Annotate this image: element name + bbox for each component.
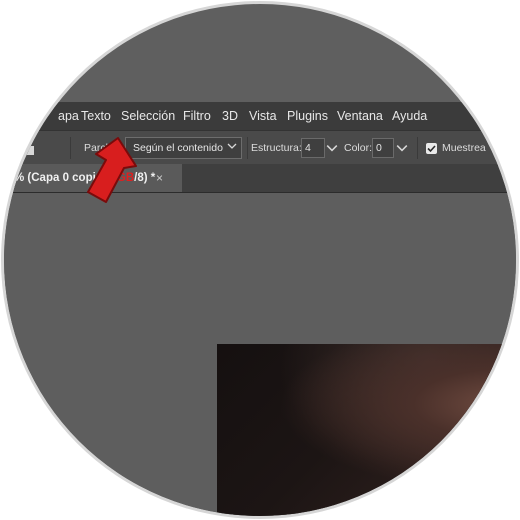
magnifier-lens: apa Texto Selección Filtro 3D Vista Plug…	[4, 4, 516, 516]
menu-item-capa[interactable]: apa	[58, 109, 79, 123]
checkbox-checked-icon[interactable]	[426, 143, 437, 154]
close-icon[interactable]: ×	[156, 171, 163, 185]
pointer-arrow-icon	[87, 137, 137, 203]
chevron-down-icon[interactable]	[326, 142, 338, 154]
patch-mode-value: Según el contenido	[133, 142, 223, 154]
chevron-down-icon	[227, 143, 237, 149]
menu-item-seleccion[interactable]: Selección	[121, 109, 175, 123]
separator	[247, 137, 248, 159]
menu-item-texto[interactable]: Texto	[81, 109, 111, 123]
chevron-down-icon[interactable]	[396, 142, 408, 154]
separator	[417, 137, 418, 159]
structure-label: Estructura:	[251, 142, 302, 154]
color-input[interactable]: 0	[372, 138, 394, 158]
patch-mode-dropdown[interactable]: Según el contenido	[125, 137, 242, 159]
structure-input[interactable]: 4	[301, 138, 325, 158]
menu-item-filtro[interactable]: Filtro	[183, 109, 211, 123]
tool-mode-icon[interactable]	[16, 137, 38, 159]
color-value: 0	[376, 142, 382, 154]
menu-item-vista[interactable]: Vista	[249, 109, 277, 123]
menu-item-ayuda[interactable]: Ayuda	[392, 109, 427, 123]
menu-item-plugins[interactable]: Plugins	[287, 109, 328, 123]
sample-all-layers-label: Muestrea	[442, 142, 486, 154]
structure-value: 4	[305, 142, 311, 154]
menu-item-ventana[interactable]: Ventana	[337, 109, 383, 123]
image-canvas[interactable]	[217, 344, 516, 516]
color-label: Color:	[344, 142, 373, 154]
menu-bar: apa Texto Selección Filtro 3D Vista Plug…	[4, 102, 516, 130]
menu-item-3d[interactable]: 3D	[222, 109, 238, 123]
